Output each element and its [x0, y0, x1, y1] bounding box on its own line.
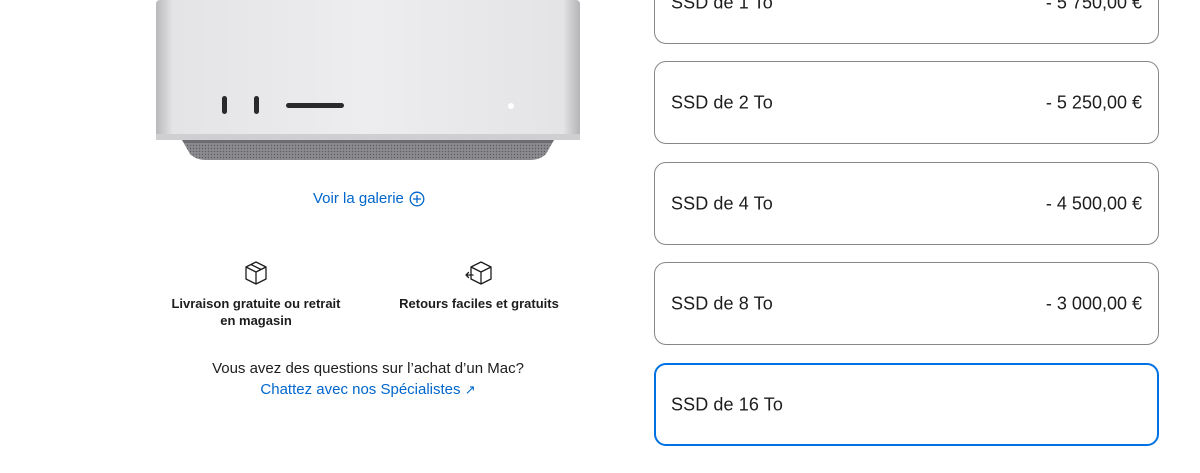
- chat-specialists-link[interactable]: Chattez avec nos Spécialistes ↗: [260, 381, 475, 398]
- product-page: Voir la galerie Livraison gratuite ou re…: [0, 0, 1200, 473]
- storage-option-name: SSD de 2 To: [671, 92, 773, 112]
- view-gallery-link[interactable]: Voir la galerie: [313, 190, 425, 207]
- storage-option-price: - 5 250,00 €: [1045, 92, 1142, 112]
- storage-option-4tb[interactable]: SSD de 4 To - 4 500,00 €: [654, 162, 1159, 245]
- free-delivery-feature: Livraison gratuite ou retrait en magasin: [170, 259, 342, 329]
- storage-option-price: - 3 000,00 €: [1045, 293, 1142, 313]
- product-image: [156, 0, 580, 160]
- storage-option-1tb[interactable]: SSD de 1 To - 5 750,00 €: [654, 0, 1159, 44]
- storage-option-name: SSD de 16 To: [671, 394, 783, 414]
- help-question: Vous avez des questions sur l’achat d’un…: [212, 360, 524, 377]
- help-section: Vous avez des questions sur l’achat d’un…: [180, 358, 556, 400]
- storage-option-price: - 4 500,00 €: [1045, 193, 1142, 213]
- storage-option-16tb[interactable]: SSD de 16 To: [654, 363, 1159, 446]
- plus-circle-icon: [409, 191, 425, 206]
- view-gallery-label: Voir la galerie: [313, 190, 404, 207]
- storage-option-8tb[interactable]: SSD de 8 To - 3 000,00 €: [654, 262, 1159, 345]
- arrow-up-right-icon: ↗: [464, 382, 476, 397]
- free-returns-feature: Retours faciles et gratuits: [396, 259, 562, 312]
- storage-option-name: SSD de 8 To: [671, 293, 773, 313]
- free-returns-label: Retours faciles et gratuits: [399, 296, 559, 311]
- box-icon: [245, 261, 267, 285]
- box-return-icon: [465, 261, 492, 285]
- chat-specialists-label: Chattez avec nos Spécialistes: [260, 381, 461, 398]
- storage-option-name: SSD de 4 To: [671, 193, 773, 213]
- storage-option-name: SSD de 1 To: [671, 0, 773, 12]
- storage-option-2tb[interactable]: SSD de 2 To - 5 250,00 €: [654, 61, 1159, 144]
- storage-option-price: - 5 750,00 €: [1045, 0, 1142, 12]
- free-delivery-label: Livraison gratuite ou retrait en magasin: [171, 296, 341, 328]
